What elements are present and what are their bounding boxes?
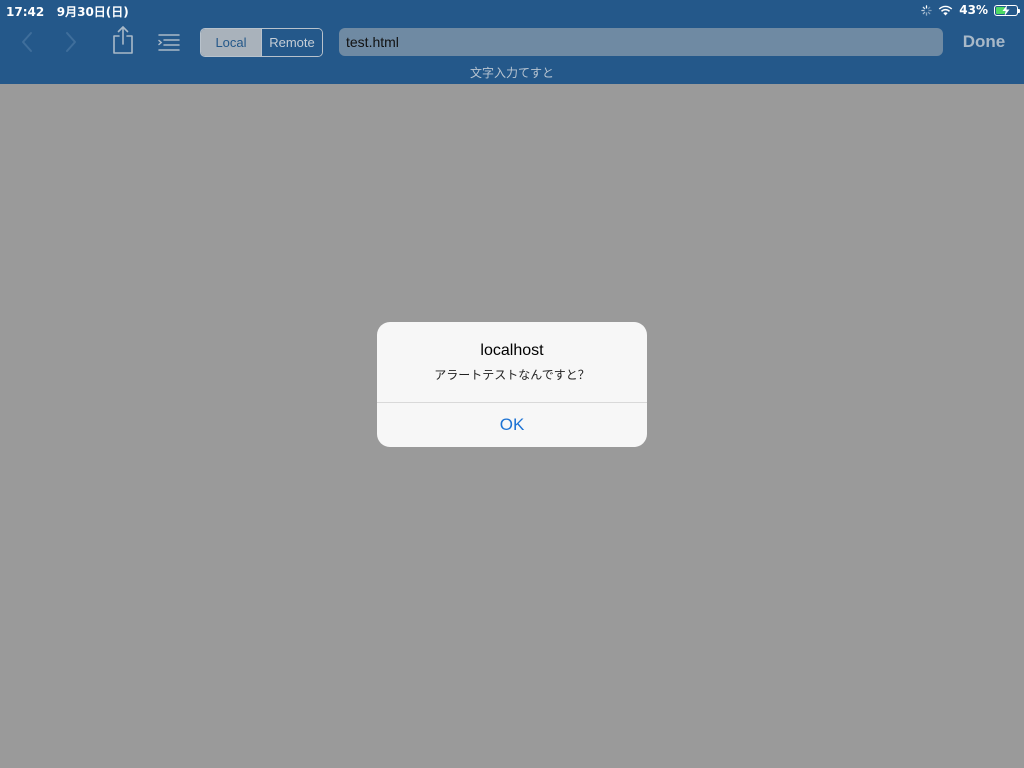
alert-title: localhost <box>480 342 544 359</box>
chevron-right-icon <box>66 32 76 52</box>
alert-dialog: localhost アラートテストなんですと？ OK <box>377 322 647 447</box>
battery-icon <box>994 4 1020 16</box>
url-field-value: test.html <box>346 34 399 50</box>
alert-ok-button[interactable]: OK <box>377 403 647 447</box>
wifi-icon <box>939 5 953 16</box>
status-time: 17:42 <box>6 5 45 19</box>
list-icon <box>158 34 180 51</box>
top-bar: 17:42 9月30日(日) 43% Local Remote test.htm… <box>0 0 1024 84</box>
share-icon <box>113 26 133 54</box>
status-time-date: 17:42 9月30日(日) <box>6 3 129 20</box>
segment-remote[interactable]: Remote <box>261 29 322 56</box>
alert-message: アラートテストなんですと？ <box>434 368 590 382</box>
list-button[interactable] <box>154 28 184 56</box>
charging-bolt-icon <box>1002 4 1010 16</box>
battery-percent: 43% <box>959 3 988 17</box>
status-right-group: 43% <box>921 2 1020 18</box>
back-button[interactable] <box>14 28 40 56</box>
page-subtitle: 文字入力てすと <box>469 66 554 80</box>
done-button[interactable]: Done <box>956 30 1012 54</box>
segment-local[interactable]: Local <box>201 29 261 56</box>
share-button[interactable] <box>108 24 138 56</box>
forward-button[interactable] <box>58 28 84 56</box>
url-field[interactable]: test.html <box>339 28 943 56</box>
chevron-left-icon <box>22 32 32 52</box>
status-bar: 17:42 9月30日(日) 43% <box>0 0 1024 20</box>
activity-spinner-icon <box>921 4 932 16</box>
status-date: 9月30日(日) <box>56 5 129 19</box>
local-remote-segmented-control: Local Remote <box>200 28 323 57</box>
